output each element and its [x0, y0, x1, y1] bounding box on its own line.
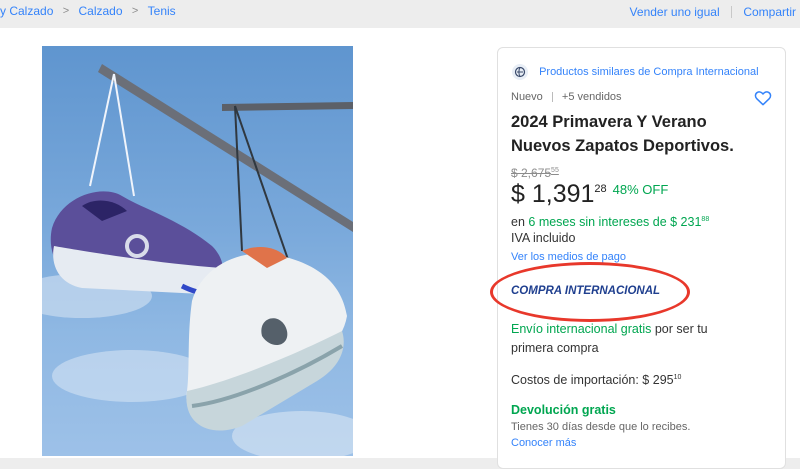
sneakers-photo-icon: [42, 64, 353, 456]
breadcrumb-item[interactable]: Tenis: [148, 4, 176, 18]
buy-box: Productos similares de Compra Internacio…: [490, 47, 786, 469]
globe-icon: [512, 64, 528, 80]
divider: [730, 5, 732, 18]
import-costs: Costos de importación: $ 29510: [511, 373, 681, 387]
returns-title: Devolución gratis: [511, 403, 616, 417]
returns-subtitle: Tienes 30 días desde que lo recibes.: [511, 421, 691, 433]
import-costs-cents: 10: [673, 373, 682, 381]
breadcrumb-item[interactable]: Calzado: [79, 4, 123, 18]
share-link[interactable]: Compartir: [743, 5, 796, 19]
sold-count: +5 vendidos: [561, 91, 622, 104]
discount-badge: 48% OFF: [612, 182, 669, 197]
payment-methods-link[interactable]: Ver los medios de pago: [511, 251, 626, 263]
price-amount: $ 1,391: [511, 180, 595, 208]
original-price: $ 2,67555: [511, 166, 559, 180]
top-actions: Vender uno igual Compartir: [630, 4, 796, 19]
product-image[interactable]: [42, 46, 353, 456]
original-price-cents: 55: [551, 167, 559, 174]
similar-products-link[interactable]: Productos similares de Compra Internacio…: [512, 64, 759, 80]
import-costs-label: Costos de importación: $ 295: [511, 373, 674, 387]
current-price: $ 1,39128 48% OFF: [511, 180, 668, 209]
learn-more-link[interactable]: Conocer más: [511, 437, 576, 449]
highlight-oval: [490, 262, 690, 322]
price-cents: 28: [594, 183, 607, 195]
shipping-highlight: Envío internacional gratis: [511, 322, 652, 336]
top-bar: y Calzado > Calzado > Tenis Vender uno i…: [0, 0, 800, 24]
condition-label: Nuevo: [511, 91, 543, 104]
sell-similar-link[interactable]: Vender uno igual: [630, 5, 720, 19]
installments-prefix: en: [511, 215, 529, 229]
divider: [551, 92, 553, 103]
favorite-heart-icon[interactable]: [753, 88, 773, 108]
original-price-main: $ 2,675: [511, 166, 552, 180]
breadcrumb-item[interactable]: y Calzado: [0, 4, 53, 18]
installments: en 6 meses sin intereses de $ 23188: [511, 215, 709, 229]
shipping-info: Envío internacional gratis por ser tu pr…: [511, 320, 751, 358]
tax-note: IVA incluido: [511, 231, 576, 245]
condition-sold: Nuevo +5 vendidos: [511, 91, 622, 103]
chevron-right-icon: >: [131, 4, 139, 17]
similar-products-label: Productos similares de Compra Internacio…: [539, 66, 759, 78]
product-title: 2024 Primavera Y Verano Nuevos Zapatos D…: [511, 113, 734, 155]
installments-cents: 88: [701, 215, 710, 223]
chevron-right-icon: >: [62, 4, 70, 17]
installments-highlight: 6 meses sin intereses de $ 231: [528, 215, 702, 229]
breadcrumb: y Calzado > Calzado > Tenis: [0, 3, 176, 18]
